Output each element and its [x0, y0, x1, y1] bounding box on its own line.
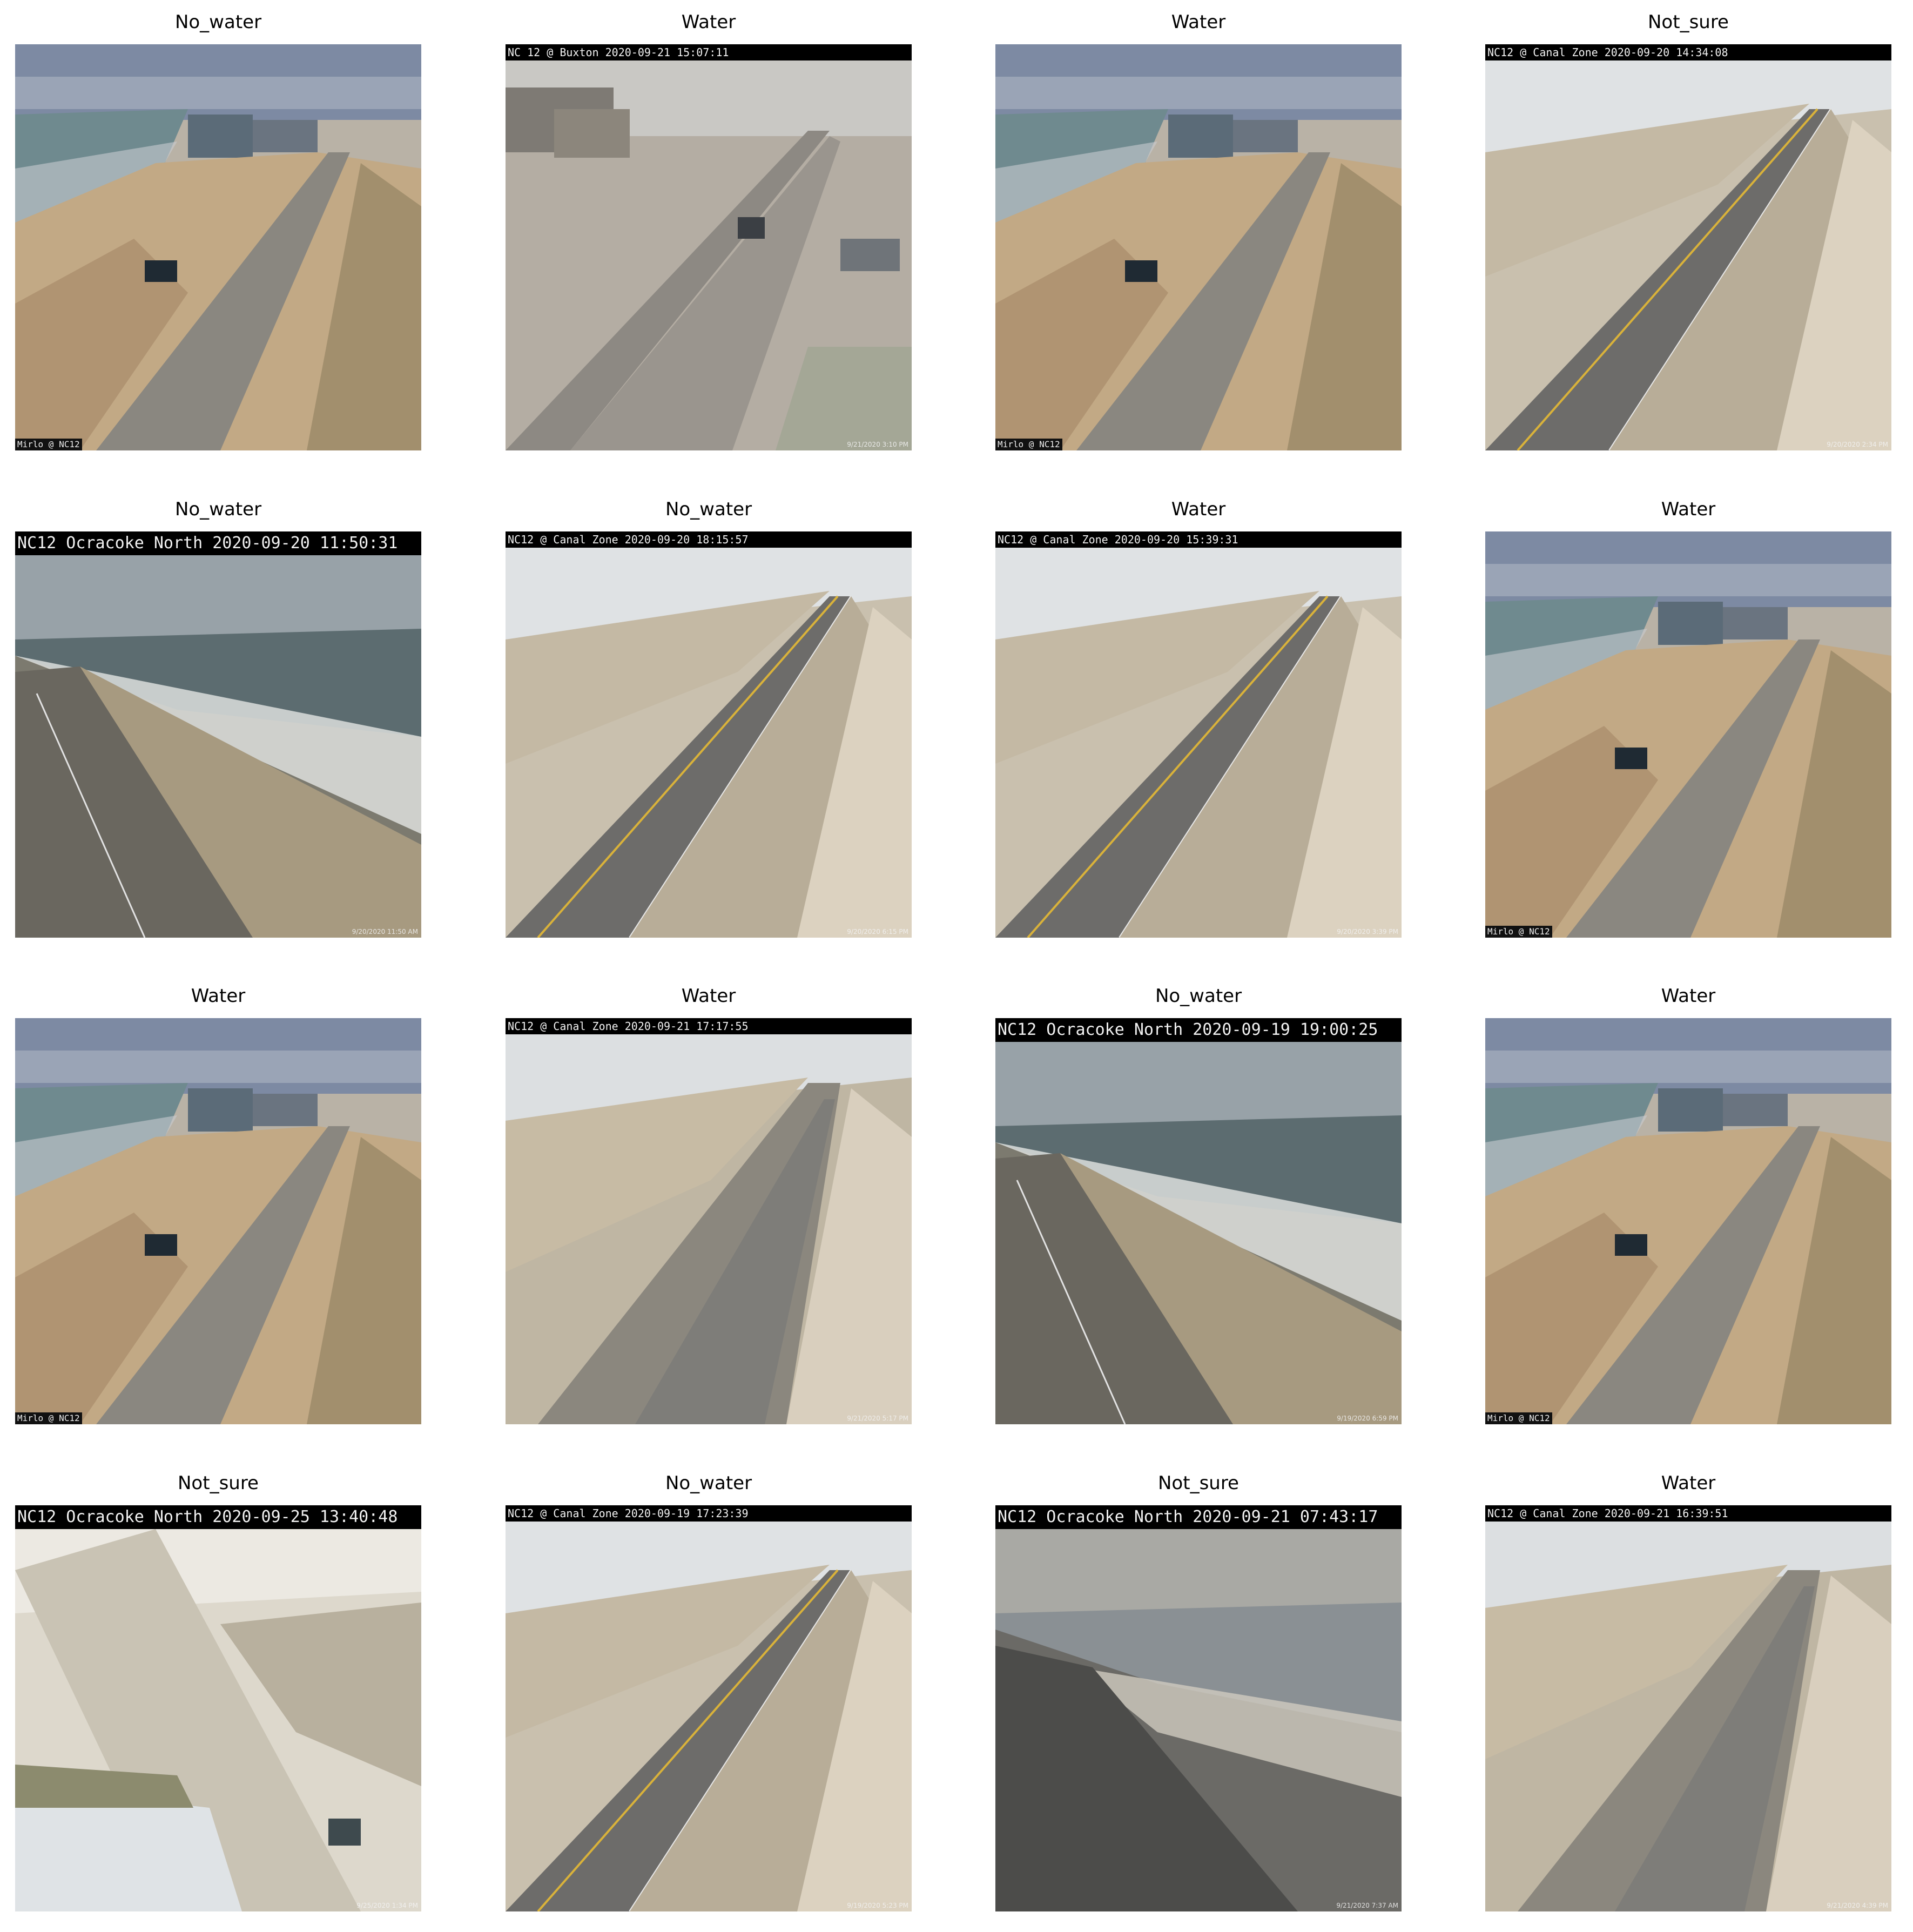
camera-frame: NC12 @ Canal Zone 2020-09-21 16:39:51 9/2…: [1485, 1505, 1891, 1911]
camera-frame: Mirlo @ NC12: [1485, 1018, 1891, 1424]
camera-frame: NC12 @ Canal Zone 2020-09-20 18:15:57 9/2…: [506, 531, 912, 938]
camera-timestamp-banner: NC12 @ Canal Zone 2020-09-20 14:34:08: [1485, 44, 1891, 60]
panel-label: No_water: [665, 499, 752, 520]
panel-label: Not_sure: [1648, 11, 1729, 33]
camera-frame: Mirlo @ NC12: [995, 44, 1402, 450]
camera-photo: [506, 1018, 912, 1424]
camera-capture-time: 9/19/2020 5:23 PM: [847, 1902, 908, 1909]
image-panel: Not_sure NC12 @ Canal Zone 2020-09-20 14:…: [1485, 0, 1891, 450]
camera-photo: [506, 1505, 912, 1911]
camera-photo: [506, 44, 912, 450]
camera-frame: Mirlo @ NC12: [15, 44, 421, 450]
panel-label: Water: [1171, 499, 1226, 520]
camera-photo: [1485, 44, 1891, 450]
image-panel: Water NC12 @ Canal Zone 2020-09-21 17:17:…: [506, 974, 912, 1424]
panel-label: Water: [1661, 499, 1716, 520]
camera-timestamp-banner: NC12 @ Canal Zone 2020-09-19 17:23:39: [506, 1505, 912, 1522]
image-panel: Not_sure NC12 Ocracoke North 2020-09-25 1…: [15, 1461, 421, 1911]
camera-photo: [15, 1018, 421, 1424]
camera-frame: NC12 Ocracoke North 2020-09-19 19:00:25 9…: [995, 1018, 1402, 1424]
camera-capture-time: 9/20/2020 2:34 PM: [1827, 441, 1888, 448]
panel-label: Water: [191, 985, 246, 1007]
image-panel: Water Mirlo @ NC12: [995, 0, 1402, 450]
camera-timestamp-banner: NC12 Ocracoke North 2020-09-21 07:43:17: [995, 1505, 1402, 1529]
camera-capture-time: 9/21/2020 3:10 PM: [847, 441, 908, 448]
camera-capture-time: 9/21/2020 7:37 AM: [1336, 1902, 1398, 1909]
camera-photo: [995, 531, 1402, 938]
panel-label: Water: [681, 985, 736, 1007]
camera-timestamp-banner: NC12 @ Canal Zone 2020-09-20 18:15:57: [506, 531, 912, 548]
camera-timestamp-banner: NC12 @ Canal Zone 2020-09-20 15:39:31: [995, 531, 1402, 548]
image-panel: No_water NC12 Ocracoke North 2020-09-19 1…: [995, 974, 1402, 1424]
camera-photo: [506, 531, 912, 938]
camera-timestamp-banner: NC12 Ocracoke North 2020-09-19 19:00:25: [995, 1018, 1402, 1042]
camera-location-label: Mirlo @ NC12: [995, 439, 1062, 450]
panel-label: Water: [1661, 1472, 1716, 1494]
camera-frame: NC12 @ Canal Zone 2020-09-21 17:17:55 9/2…: [506, 1018, 912, 1424]
camera-photo: [995, 44, 1402, 450]
camera-frame: NC12 @ Canal Zone 2020-09-20 15:39:31 9/2…: [995, 531, 1402, 938]
camera-photo: [1485, 1505, 1891, 1911]
panel-label: No_water: [665, 1472, 752, 1494]
panel-label: Water: [1171, 11, 1226, 33]
image-panel: Water Mirlo @ NC12: [1485, 974, 1891, 1424]
camera-capture-time: 9/20/2020 6:15 PM: [847, 928, 908, 935]
camera-capture-time: 9/21/2020 5:17 PM: [847, 1415, 908, 1422]
camera-timestamp-banner: NC12 @ Canal Zone 2020-09-21 17:17:55: [506, 1018, 912, 1034]
camera-timestamp-banner: NC 12 @ Buxton 2020-09-21 15:07:11: [506, 44, 912, 60]
panel-label: Not_sure: [178, 1472, 259, 1494]
camera-frame: NC12 Ocracoke North 2020-09-21 07:43:17 9…: [995, 1505, 1402, 1911]
camera-frame: Mirlo @ NC12: [1485, 531, 1891, 938]
camera-location-label: Mirlo @ NC12: [1485, 1412, 1552, 1424]
camera-capture-time: 9/21/2020 4:39 PM: [1827, 1902, 1888, 1909]
camera-timestamp-banner: NC12 Ocracoke North 2020-09-20 11:50:31: [15, 531, 421, 555]
camera-location-label: Mirlo @ NC12: [15, 1412, 82, 1424]
camera-frame: NC12 Ocracoke North 2020-09-20 11:50:31 9…: [15, 531, 421, 938]
camera-photo: [15, 44, 421, 450]
image-panel: Water Mirlo @ NC12: [15, 974, 421, 1424]
panel-label: No_water: [174, 499, 262, 520]
camera-photo: [15, 1505, 421, 1911]
image-panel: Water NC12 @ Canal Zone 2020-09-21 16:39:…: [1485, 1461, 1891, 1911]
camera-photo: [995, 1018, 1402, 1424]
camera-photo: [1485, 1018, 1891, 1424]
camera-timestamp-banner: NC12 Ocracoke North 2020-09-25 13:40:48: [15, 1505, 421, 1529]
image-panel: Water NC12 @ Canal Zone 2020-09-20 15:39:…: [995, 487, 1402, 938]
image-panel: Water NC 12 @ Buxton 2020-09-21 15:07:11 9…: [506, 0, 912, 450]
camera-frame: NC12 @ Canal Zone 2020-09-20 14:34:08 9/2…: [1485, 44, 1891, 450]
camera-capture-time: 9/20/2020 3:39 PM: [1337, 928, 1398, 935]
panel-label: No_water: [174, 11, 262, 33]
camera-photo: [15, 531, 421, 938]
panel-label: No_water: [1155, 985, 1242, 1007]
panel-label: Water: [1661, 985, 1716, 1007]
image-panel: Water Mirlo @ NC12: [1485, 487, 1891, 938]
image-panel: No_water NC12 Ocracoke North 2020-09-20 1…: [15, 487, 421, 938]
camera-photo: [995, 1505, 1402, 1911]
camera-location-label: Mirlo @ NC12: [1485, 926, 1552, 938]
camera-frame: NC12 @ Canal Zone 2020-09-19 17:23:39 9/1…: [506, 1505, 912, 1911]
camera-capture-time: 9/20/2020 11:50 AM: [352, 928, 418, 935]
camera-photo: [1485, 531, 1891, 938]
camera-frame: Mirlo @ NC12: [15, 1018, 421, 1424]
image-panel: Not_sure NC12 Ocracoke North 2020-09-21 0…: [995, 1461, 1402, 1911]
camera-frame: NC12 Ocracoke North 2020-09-25 13:40:48 9…: [15, 1505, 421, 1911]
panel-label: Water: [681, 11, 736, 33]
image-panel: No_water NC12 @ Canal Zone 2020-09-20 18:…: [506, 487, 912, 938]
camera-timestamp-banner: NC12 @ Canal Zone 2020-09-21 16:39:51: [1485, 1505, 1891, 1522]
camera-capture-time: 9/25/2020 1:34 PM: [356, 1902, 418, 1909]
image-panel: No_water NC12 @ Canal Zone 2020-09-19 17:…: [506, 1461, 912, 1911]
camera-frame: NC 12 @ Buxton 2020-09-21 15:07:11 9/21/2…: [506, 44, 912, 450]
camera-capture-time: 9/19/2020 6:59 PM: [1337, 1415, 1398, 1422]
panel-label: Not_sure: [1158, 1472, 1239, 1494]
image-panel: No_water Mirlo @ NC12: [15, 0, 421, 450]
camera-location-label: Mirlo @ NC12: [15, 439, 82, 450]
